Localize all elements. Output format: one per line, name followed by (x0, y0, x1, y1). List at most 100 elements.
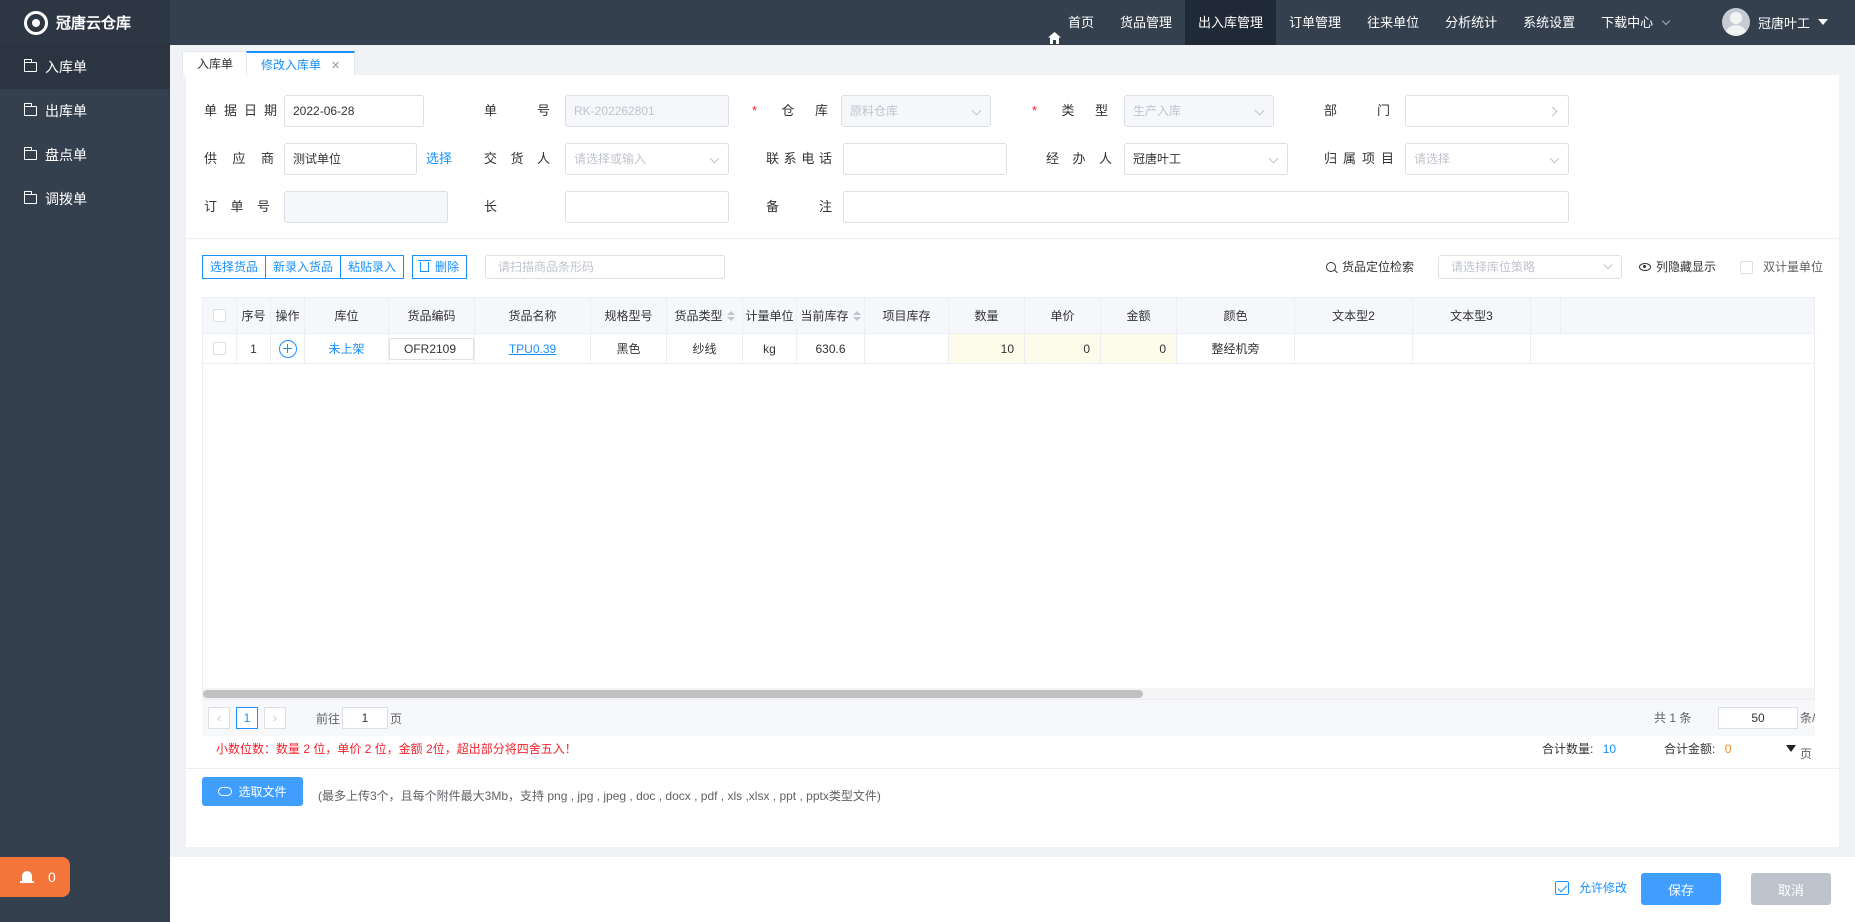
column-toggle-button[interactable]: 列隐藏显示 (1639, 255, 1716, 279)
notification-button[interactable]: 0 (0, 857, 70, 897)
chevron-down-icon (1268, 153, 1279, 164)
cell-price[interactable]: 0 (1025, 334, 1101, 363)
nav-home[interactable]: 首页 (1035, 0, 1107, 45)
page-size-select[interactable]: 50 (1718, 707, 1798, 729)
delete-button[interactable]: 删除 (412, 255, 468, 279)
type-select[interactable]: 生产入库 (1124, 95, 1274, 127)
select-all-checkbox[interactable] (213, 309, 226, 322)
prev-page-button[interactable]: ‹ (208, 707, 230, 729)
sort-icon[interactable] (726, 310, 735, 321)
date-field[interactable]: 2022-06-28 (284, 95, 424, 127)
choose-file-button[interactable]: 选取文件 (202, 777, 303, 806)
deliverer-select[interactable]: 请选择或输入 (565, 143, 729, 175)
expand-summary-icon[interactable] (1786, 745, 1796, 752)
cancel-button[interactable]: 取消 (1751, 873, 1831, 905)
dual-unit-checkbox[interactable] (1740, 260, 1753, 274)
allow-edit-checkbox[interactable] (1555, 880, 1569, 895)
th-code: 货品编码 (389, 298, 475, 333)
order-field[interactable] (284, 191, 448, 223)
sidebar-item-outbound[interactable]: 出库单 (0, 89, 170, 133)
phone-field[interactable] (843, 143, 1007, 175)
cell-text3[interactable] (1413, 334, 1531, 363)
total-amount-label: 合计金额: (1664, 742, 1716, 756)
save-button[interactable]: 保存 (1641, 873, 1721, 905)
code-input[interactable]: OFR2109 (389, 337, 474, 360)
row-checkbox[interactable] (213, 342, 226, 355)
new-goods-button[interactable]: 新录入货品 (266, 255, 342, 279)
remark-field[interactable] (843, 191, 1569, 223)
dept-select[interactable] (1405, 95, 1569, 127)
nav-partners[interactable]: 往来单位 (1354, 0, 1432, 45)
sidebar-item-stocktake[interactable]: 盘点单 (0, 133, 170, 177)
nav-goods[interactable]: 货品管理 (1107, 0, 1185, 45)
folder-icon (23, 59, 37, 72)
barcode-input[interactable]: 请扫描商品条形码 (485, 255, 725, 279)
cell-amount[interactable]: 0 (1101, 334, 1177, 363)
total-qty-value: 10 (1602, 742, 1617, 756)
next-page-button[interactable]: › (264, 707, 286, 729)
th-action: 操作 (271, 298, 305, 333)
form-row-1: 单据日期 2022-06-28 单号 RK-202262801 仓库 原料仓库 … (186, 95, 1839, 127)
table-row: 1 未上架 OFR2109 TPU0.39 黑色 纱线 kg 630.6 10 … (203, 334, 1814, 364)
cell-qty[interactable]: 10 (949, 334, 1025, 363)
nav-inout[interactable]: 出入库管理 (1185, 0, 1277, 45)
goods-name-link[interactable]: TPU0.39 (509, 342, 556, 356)
folder-icon (23, 191, 37, 204)
upload-hint: (最多上传3个，且每个附件最大3Mb，支持 png , jpg , jpeg ,… (318, 789, 881, 803)
cell-text2[interactable] (1295, 334, 1413, 363)
close-icon[interactable]: ✕ (331, 60, 340, 72)
th-stock[interactable]: 当前库存 (797, 298, 865, 333)
handler-select[interactable]: 冠唐叶工 (1124, 143, 1288, 175)
paste-entry-button[interactable]: 粘贴录入 (341, 255, 405, 279)
th-extra (1531, 298, 1561, 333)
nav-downloads[interactable]: 下载中心 (1588, 0, 1682, 45)
project-placeholder: 请选择 (1414, 152, 1451, 166)
supplier-select-link[interactable]: 选择 (426, 143, 452, 175)
goto-page-input[interactable]: 1 (342, 707, 389, 729)
nav-analytics[interactable]: 分析统计 (1432, 0, 1510, 45)
locate-search-button[interactable]: 货品定位检索 (1326, 255, 1414, 279)
location-strategy-select[interactable]: 请选择库位策略 (1438, 255, 1622, 279)
tab-edit-inbound[interactable]: 修改入库单 ✕ (246, 51, 356, 75)
select-goods-button[interactable]: 选择货品 (202, 255, 267, 279)
cell-action (271, 334, 305, 363)
sidebar-item-inbound[interactable]: 入库单 (0, 45, 170, 89)
user-menu[interactable]: 冠唐叶工 (1722, 7, 1829, 37)
nav-home-label: 首页 (1068, 15, 1095, 30)
total-qty: 合计数量: 10 (1542, 737, 1616, 761)
app-logo[interactable]: 冠唐云仓库 (0, 0, 170, 45)
sort-icon[interactable] (852, 310, 861, 321)
sidebar: 入库单 出库单 盘点单 调拨单 (0, 45, 170, 922)
sidebar-item-transfer[interactable]: 调拨单 (0, 177, 170, 221)
search-icon (1326, 262, 1336, 272)
supplier-field[interactable]: 测试单位 (284, 143, 417, 175)
main-content: 单据日期 2022-06-28 单号 RK-202262801 仓库 原料仓库 … (186, 75, 1839, 847)
cell-no: 1 (237, 334, 271, 363)
warehouse-select[interactable]: 原料仓库 (841, 95, 991, 127)
cell-location[interactable]: 未上架 (305, 334, 389, 363)
avatar (1722, 8, 1750, 36)
pagination: ‹ 1 › 前往 1 页 共 1 条 50 条/页 (202, 700, 1815, 761)
scrollbar-thumb[interactable] (203, 690, 1143, 698)
cell-name: TPU0.39 (475, 334, 591, 363)
deliverer-placeholder: 请选择或输入 (574, 152, 647, 166)
warehouse-value: 原料仓库 (850, 104, 899, 118)
nav-orders[interactable]: 订单管理 (1276, 0, 1354, 45)
page-number[interactable]: 1 (236, 707, 258, 729)
project-select[interactable]: 请选择 (1405, 143, 1569, 175)
no-field[interactable]: RK-202262801 (565, 95, 729, 127)
chevron-down-icon (1603, 260, 1613, 270)
length-field[interactable] (565, 191, 729, 223)
page-tabs: 入库单 修改入库单 ✕ (170, 45, 1855, 75)
allow-edit-toggle[interactable]: 允许修改 (1555, 879, 1627, 896)
nav-settings[interactable]: 系统设置 (1510, 0, 1588, 45)
dual-unit-toggle[interactable]: 双计量单位 (1740, 255, 1823, 279)
add-row-icon[interactable] (278, 339, 297, 358)
total-amount: 合计金额: 0 (1664, 737, 1731, 761)
tab-inbound-list[interactable]: 入库单 (182, 51, 249, 75)
th-type[interactable]: 货品类型 (667, 298, 743, 333)
horizontal-scrollbar[interactable] (203, 688, 1814, 699)
cell-type: 纱线 (667, 334, 743, 363)
th-name: 货品名称 (475, 298, 591, 333)
divider (186, 238, 1839, 239)
